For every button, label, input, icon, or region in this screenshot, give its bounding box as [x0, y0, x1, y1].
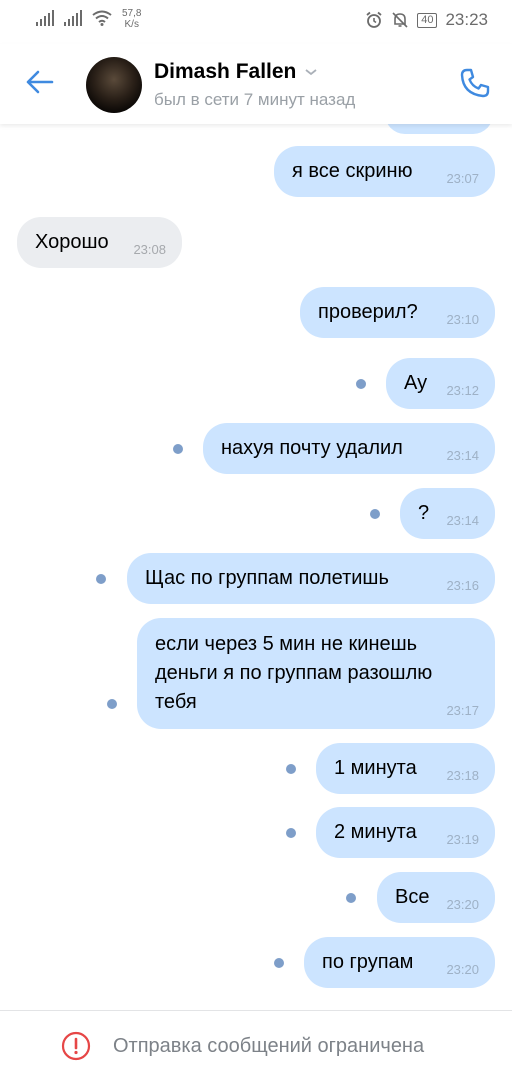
composer-restricted-bar: Отправка сообщений ограничена [0, 1010, 512, 1081]
message-bubble[interactable]: Хорошо 23:08 [17, 217, 182, 268]
contact-name: Dimash Fallen [154, 60, 297, 83]
status-time: 23:23 [445, 10, 488, 29]
message-bubble[interactable]: проверил? 23:10 [300, 287, 495, 338]
message-time: 23:14 [446, 513, 479, 528]
status-bar: 57,8 K/s 40 23:23 [0, 0, 512, 44]
signal-2-icon [64, 10, 82, 26]
unread-dot [356, 379, 366, 389]
back-arrow-icon[interactable] [24, 66, 56, 98]
unread-dot [96, 574, 106, 584]
message-list[interactable]: я все скриню 23:07 Хорошо 23:08 проверил… [0, 124, 512, 1010]
message-time: 23:20 [446, 897, 479, 912]
message-text: Ау [404, 372, 428, 394]
message-text: ? [418, 502, 430, 524]
message-bubble[interactable]: нахуя почту удалил 23:14 [203, 423, 495, 474]
unread-dot [346, 893, 356, 903]
message-time: 23:20 [446, 962, 479, 977]
message-bubble[interactable]: если через 5 мин не кинешь деньги я по г… [137, 618, 495, 729]
message-text: Хорошо [35, 231, 109, 253]
message-bubble[interactable]: 2 минута 23:19 [316, 807, 495, 858]
message-time: 23:07 [446, 171, 479, 186]
alarm-icon [366, 11, 382, 28]
status-right: 40 23:23 [365, 10, 488, 30]
message-text: если через 5 мин не кинешь деньги я по г… [155, 633, 433, 713]
contact-title[interactable]: Dimash Fallen [154, 60, 318, 84]
message-bubble[interactable]: Все 23:20 [377, 872, 495, 923]
mute-bell-icon [392, 12, 408, 28]
phone-icon[interactable] [458, 66, 492, 100]
message-time: 23:16 [446, 578, 479, 593]
message-text: Все [395, 886, 430, 908]
message-time: 23:17 [446, 703, 479, 718]
status-left: 57,8 K/s [36, 8, 141, 30]
unread-dot [173, 444, 183, 454]
message-bubble[interactable]: я все скриню 23:07 [274, 146, 495, 197]
unread-dot [286, 828, 296, 838]
message-bubble[interactable]: ? 23:14 [400, 488, 495, 539]
wifi-icon [92, 10, 112, 26]
last-seen-status: был в сети 7 минут назад [154, 90, 356, 109]
message-time: 23:18 [446, 768, 479, 783]
message-text: 1 минута [334, 757, 417, 779]
unread-dot [370, 509, 380, 519]
warning-circle-icon [61, 1031, 91, 1061]
avatar[interactable] [86, 57, 142, 113]
message-bubble[interactable]: 1 минута 23:18 [316, 743, 495, 794]
message-text: проверил? [318, 301, 418, 323]
message-time: 23:08 [133, 242, 166, 257]
message-time: 23:12 [446, 383, 479, 398]
message-text: я все скриню [292, 160, 413, 182]
message-text: Щас по группам полетишь [145, 567, 389, 589]
message-text: 2 минута [334, 821, 417, 843]
network-speed-value: 57,8 [122, 8, 142, 19]
network-speed: 57,8 K/s [122, 8, 141, 30]
message-bubble-partial [385, 124, 493, 134]
message-time: 23:14 [446, 448, 479, 463]
unread-dot [286, 764, 296, 774]
chat-header: Dimash Fallen был в сети 7 минут назад [0, 44, 512, 124]
message-time: 23:10 [446, 312, 479, 327]
message-bubble[interactable]: по групам 23:20 [304, 937, 495, 988]
message-bubble[interactable]: Ау 23:12 [386, 358, 495, 409]
network-speed-unit: K/s [124, 19, 139, 30]
restriction-text: Отправка сообщений ограничена [113, 1035, 425, 1057]
chevron-down-icon [305, 69, 317, 76]
message-text: нахуя почту удалил [221, 437, 403, 459]
unread-dot [274, 958, 284, 968]
battery-icon: 40 [417, 12, 438, 28]
signal-1-icon [36, 10, 54, 26]
unread-dot [107, 699, 117, 709]
message-bubble[interactable]: Щас по группам полетишь 23:16 [127, 553, 495, 604]
message-time: 23:19 [446, 832, 479, 847]
message-text: по групам [322, 951, 414, 973]
